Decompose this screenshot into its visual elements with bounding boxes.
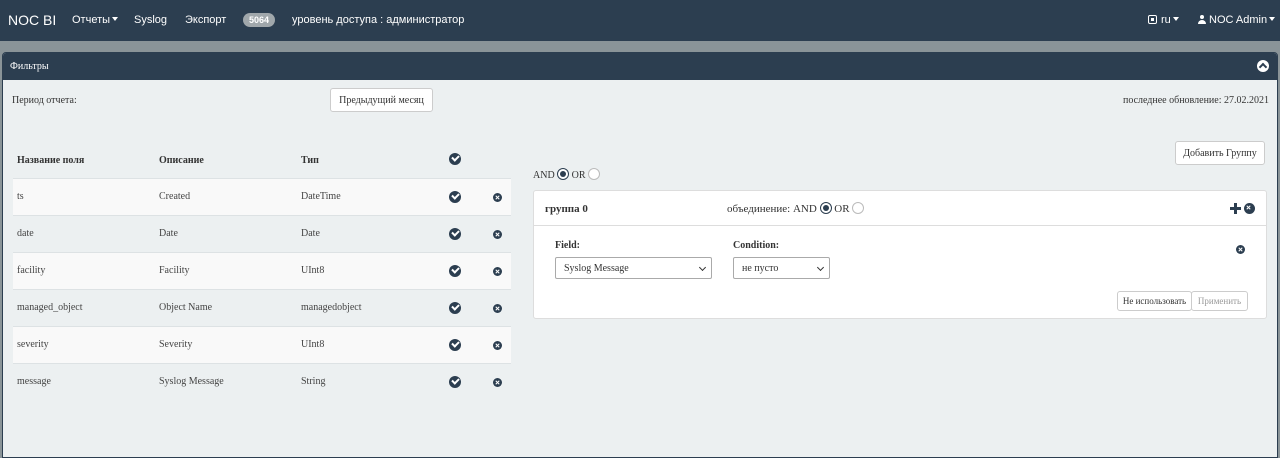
remove-icon[interactable]: [493, 193, 502, 202]
field-label: Field:: [555, 240, 580, 251]
union-or-radio[interactable]: [852, 202, 865, 214]
field-description: Object Name: [159, 302, 213, 313]
previous-month-button[interactable]: Предыдущий месяц: [330, 88, 433, 112]
nav-syslog[interactable]: Syslog: [134, 14, 167, 26]
last-update-text: последнее обновление: 27.02.2021: [1122, 95, 1269, 106]
user-menu-dropdown[interactable]: NOC Admin: [1198, 14, 1276, 26]
field-name: managed_object: [17, 302, 83, 313]
caret-down-icon: [1269, 17, 1276, 21]
table-row: date Date Date: [13, 215, 511, 252]
check-icon[interactable]: [449, 339, 461, 351]
select-all-check-icon[interactable]: [449, 153, 461, 165]
add-group-button[interactable]: Добавить Группу: [1175, 141, 1265, 165]
field-name: severity: [17, 339, 49, 350]
table-row: ts Created DateTime: [13, 178, 511, 215]
access-level-text: уровень доступа : администратор: [292, 14, 465, 26]
nav-export[interactable]: Экспорт: [185, 14, 226, 26]
and-label: AND: [533, 170, 555, 181]
check-icon[interactable]: [449, 265, 461, 277]
remove-icon[interactable]: [493, 378, 502, 387]
nav-reports-dropdown[interactable]: Отчеты: [72, 14, 119, 26]
condition-select[interactable]: не пусто: [733, 257, 830, 279]
remove-icon[interactable]: [493, 341, 502, 350]
do-not-use-button[interactable]: Не использовать: [1117, 291, 1192, 311]
add-condition-plus-icon[interactable]: [1230, 203, 1241, 214]
table-row: facility Facility UInt8: [13, 252, 511, 289]
remove-condition-icon[interactable]: [1236, 245, 1245, 254]
table-header-row: Название поля Описание Тип: [13, 141, 511, 178]
collapse-chevron-up-icon[interactable]: [1257, 60, 1269, 72]
top-logic-selector: AND OR: [533, 168, 601, 181]
column-header-description: Описание: [159, 155, 204, 166]
group-header: группа 0 объединение: AND OR: [534, 191, 1266, 226]
union-or-label: OR: [834, 203, 850, 215]
user-icon: [1198, 15, 1206, 24]
top-navbar: NOC BI Отчеты Syslog Экспорт 5064 уровен…: [0, 0, 1280, 41]
language-dropdown[interactable]: ru: [1148, 14, 1179, 26]
remove-icon[interactable]: [493, 230, 502, 239]
condition-label: Condition:: [733, 240, 780, 251]
language-icon: [1148, 15, 1157, 24]
field-type: UInt8: [301, 339, 325, 350]
count-badge: 5064: [243, 13, 276, 27]
filters-panel: Фильтры Период отчета: Предыдущий месяц …: [2, 52, 1278, 458]
field-type: Date: [301, 228, 320, 239]
check-icon[interactable]: [449, 228, 461, 240]
remove-icon[interactable]: [493, 304, 502, 313]
field-name: facility: [17, 265, 46, 276]
union-and-label: объединение: AND: [727, 203, 817, 215]
field-type: DateTime: [301, 191, 341, 202]
field-select[interactable]: Syslog Message: [555, 257, 712, 279]
user-name-label: NOC Admin: [1209, 14, 1268, 26]
table-row: severity Severity UInt8: [13, 326, 511, 363]
remove-group-icon[interactable]: [1244, 203, 1255, 214]
field-type: managedobject: [301, 302, 362, 313]
field-type: String: [301, 376, 326, 387]
period-label: Период отчета:: [12, 95, 77, 106]
panel-title: Фильтры: [10, 61, 49, 72]
caret-down-icon: [1172, 17, 1179, 21]
filter-group-0: группа 0 объединение: AND OR Field: Sysl…: [533, 190, 1267, 319]
check-icon[interactable]: [449, 302, 461, 314]
field-description: Date: [159, 228, 178, 239]
panel-heading: Фильтры: [3, 53, 1277, 80]
language-label: ru: [1161, 14, 1171, 26]
caret-down-icon: [112, 17, 119, 21]
fields-table: Название поля Описание Тип ts Created Da…: [13, 141, 511, 400]
column-header-type: Тип: [301, 155, 319, 166]
table-row: managed_object Object Name managedobject: [13, 289, 511, 326]
union-selector: объединение: AND OR: [727, 202, 865, 215]
or-radio[interactable]: [588, 168, 601, 180]
column-header-name: Название поля: [17, 155, 85, 166]
field-description: Syslog Message: [159, 376, 224, 387]
brand-logo[interactable]: NOC BI: [8, 12, 56, 28]
union-and-radio[interactable]: [819, 202, 832, 214]
nav-reports-label: Отчеты: [72, 14, 111, 26]
field-description: Severity: [159, 339, 193, 350]
check-icon[interactable]: [449, 376, 461, 388]
field-name: message: [17, 376, 51, 387]
field-description: Created: [159, 191, 191, 202]
and-radio[interactable]: [557, 168, 570, 180]
field-name: ts: [17, 191, 24, 202]
field-type: UInt8: [301, 265, 325, 276]
apply-button[interactable]: Применить: [1191, 291, 1248, 311]
field-name: date: [17, 228, 34, 239]
check-icon[interactable]: [449, 191, 461, 203]
remove-icon[interactable]: [493, 267, 502, 276]
group-title: группа 0: [545, 203, 588, 215]
field-description: Facility: [159, 265, 190, 276]
or-label: OR: [571, 170, 586, 181]
table-row: message Syslog Message String: [13, 363, 511, 400]
